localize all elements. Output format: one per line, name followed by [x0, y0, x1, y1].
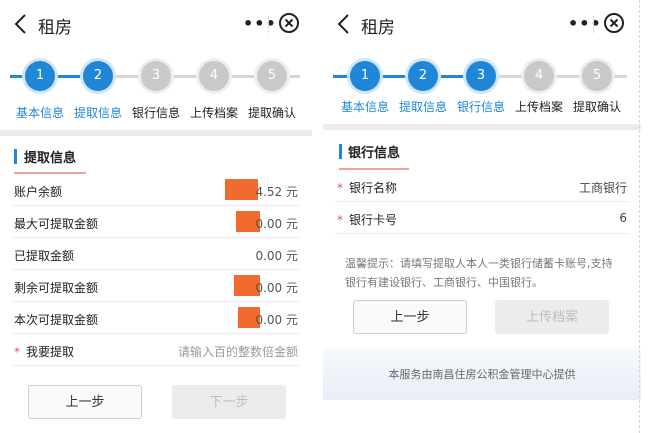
page-title: 租房 — [361, 18, 395, 38]
row-value: 4.52 元 — [255, 185, 298, 199]
hint-line: 银行有建设银行、工商银行、中国银行。 — [345, 276, 543, 289]
step-progress: 1 2 3 4 5 基本信息 提取信息 银行信息 上传档案 提取确认 — [323, 48, 641, 130]
hint-line: 温馨提示：请填写提取人本人一类银行储蓄卡账号,支持 — [345, 257, 613, 270]
row-label: * 我要提取 — [14, 343, 74, 360]
step-1-circle: 1 — [350, 61, 380, 91]
current-withdrawable-row: 本次可提取金额 0.00 元 — [12, 302, 300, 334]
step-2-circle: 2 — [83, 61, 113, 91]
row-value: 0.00 元 — [255, 249, 298, 263]
footer-text: 本服务由南昌住房公积金管理中心提供 — [388, 368, 576, 381]
withdrawn-row: 已提取金额 0.00 元 — [12, 238, 300, 270]
section-title: 提取信息 — [24, 151, 77, 166]
right-screen: 租房 ••• 1 2 3 4 5 基本信息 提取信息 银行信息 上传档案 提取确… — [323, 0, 641, 433]
bank-card-label: 银行卡号 — [349, 213, 398, 227]
screenshot-edge — [639, 0, 640, 433]
section-accent-bar — [339, 144, 342, 159]
bank-name-row: * 银行名称 工商银行 — [335, 170, 629, 202]
required-star: * — [337, 181, 343, 195]
account-balance-row: 账户余额 4.52 元 — [12, 174, 300, 206]
row-value: 0.00 元 — [255, 313, 298, 327]
bank-name-label: 银行名称 — [349, 181, 398, 195]
withdraw-amount-row: * 我要提取 请输入百的整数倍金额 — [12, 334, 300, 366]
redaction-mark — [225, 179, 258, 200]
left-screen: 租房 ••• 1 2 3 4 5 基本信息 提取信息 银行信息 上传档案 提取确… — [0, 0, 312, 433]
step-2-circle: 2 — [408, 61, 438, 91]
step-3-circle: 3 — [466, 61, 496, 91]
section-accent-bar — [14, 149, 17, 164]
bank-card-input[interactable]: 6 — [619, 211, 627, 225]
step-5-circle: 5 — [257, 61, 287, 91]
close-circle-icon[interactable] — [603, 12, 625, 34]
upload-archive-button[interactable]: 上传档案 — [495, 300, 609, 334]
footer-banner: 本服务由南昌住房公积金管理中心提供 — [323, 348, 641, 400]
row-value: 0.00 元 — [255, 281, 298, 295]
prev-step-button[interactable]: 上一步 — [353, 300, 467, 334]
divider — [268, 16, 269, 33]
step-1-circle: 1 — [25, 61, 55, 91]
withdraw-amount-input[interactable]: 请输入百的整数倍金额 — [178, 343, 298, 360]
bank-name-value[interactable]: 工商银行 — [579, 179, 627, 196]
required-star: * — [14, 345, 20, 359]
chevron-left-icon[interactable] — [12, 13, 30, 35]
row-value: 0.00 元 — [255, 217, 298, 231]
hint-text: 温馨提示：请填写提取人本人一类银行储蓄卡账号,支持 银行有建设银行、工商银行、中… — [345, 254, 627, 292]
step-5-label: 提取确认 — [572, 100, 621, 114]
step-progress: 1 2 3 4 5 基本信息 提取信息 银行信息 上传档案 提取确认 — [0, 48, 312, 130]
step-3-circle: 3 — [141, 61, 171, 91]
top-bar: 租房 ••• — [323, 0, 641, 48]
step-4-circle: 4 — [524, 61, 554, 91]
page-title: 租房 — [38, 18, 72, 38]
row-label: 账户余额 — [14, 185, 63, 199]
row-label: * 银行卡号 — [337, 211, 397, 228]
remaining-withdrawable-row: 剩余可提取金额 0.00 元 — [12, 270, 300, 302]
divider — [593, 16, 594, 33]
max-withdrawable-row: 最大可提取金额 0.00 元 — [12, 206, 300, 238]
top-bar: 租房 ••• — [0, 0, 312, 48]
required-star: * — [337, 213, 343, 227]
row-label: 已提取金额 — [14, 249, 75, 263]
withdraw-amount-label: 我要提取 — [26, 345, 75, 359]
step-5-circle: 5 — [582, 61, 612, 91]
row-label: 最大可提取金额 — [14, 217, 99, 231]
more-dots-icon[interactable]: ••• — [243, 14, 277, 33]
row-label: 剩余可提取金额 — [14, 281, 99, 295]
prev-step-button[interactable]: 上一步 — [28, 385, 142, 419]
more-dots-icon[interactable]: ••• — [568, 14, 602, 33]
row-label: * 银行名称 — [337, 179, 397, 196]
section-header: 银行信息 — [323, 134, 641, 170]
step-5-label: 提取确认 — [247, 106, 296, 120]
step-4-circle: 4 — [199, 61, 229, 91]
section-header: 提取信息 — [0, 136, 312, 174]
bank-card-row: * 银行卡号 6 — [335, 202, 629, 234]
close-circle-icon[interactable] — [278, 12, 300, 34]
chevron-left-icon[interactable] — [335, 13, 353, 35]
section-title: 银行信息 — [348, 146, 401, 161]
row-label: 本次可提取金额 — [14, 313, 99, 327]
next-step-button[interactable]: 下一步 — [172, 385, 286, 419]
